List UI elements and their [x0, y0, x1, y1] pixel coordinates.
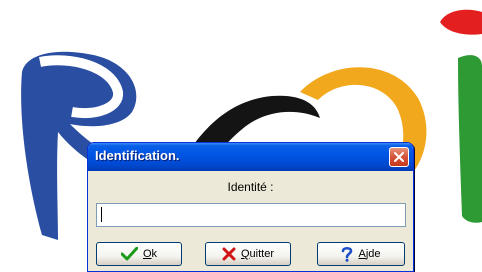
help-button[interactable]: Ajde: [317, 242, 405, 266]
identification-dialog: Identification. Identité : Ok Quitter Aj…: [87, 142, 414, 272]
identity-input[interactable]: [96, 203, 406, 227]
title-bar[interactable]: Identification.: [88, 143, 413, 171]
logo-red-dot: [440, 9, 482, 35]
ok-button[interactable]: Ok: [96, 242, 182, 266]
help-label: Ajde: [358, 248, 381, 260]
blue-question-icon: [342, 246, 353, 262]
ok-label: Ok: [142, 248, 158, 260]
close-x-icon: [394, 152, 404, 162]
close-button[interactable]: [389, 147, 409, 167]
red-x-icon: [222, 247, 236, 261]
quit-button[interactable]: Quitter: [205, 242, 291, 266]
text-caret: [101, 207, 102, 222]
quit-label: Quitter: [240, 248, 275, 260]
identity-label: Identité :: [227, 180, 274, 194]
dialog-title: Identification.: [95, 148, 180, 163]
green-check-icon: [120, 247, 138, 261]
logo-green-stroke: [458, 55, 482, 223]
